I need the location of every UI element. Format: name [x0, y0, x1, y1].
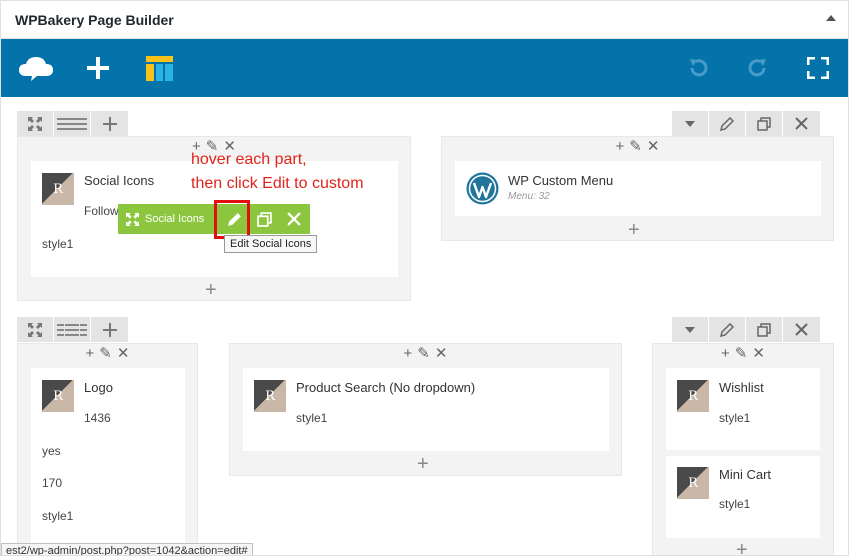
add-element-plus-icon[interactable]: + [205, 280, 217, 300]
column-delete-icon[interactable]: ✕ [435, 346, 448, 362]
row2-right-controls [672, 317, 820, 342]
add-element-button[interactable] [83, 39, 113, 97]
row2-controls [17, 317, 128, 342]
annotation-line-1: hover each part, [191, 151, 307, 168]
clone-element-button[interactable] [250, 204, 278, 234]
row-add-column-icon[interactable] [91, 317, 128, 342]
row-layout-icon[interactable] [54, 317, 91, 342]
column-edit-pencil-icon[interactable]: ✎ [417, 346, 430, 362]
column-edit-pencil-icon[interactable]: ✎ [629, 139, 642, 155]
element-name: Social Icons [84, 173, 155, 188]
delete-element-button[interactable] [280, 204, 308, 234]
element-param: style1 [42, 509, 74, 523]
row-delete-icon[interactable] [783, 111, 820, 136]
row2-column-2: + ✎ ✕ R Product Search (No dropdown) sty… [229, 343, 622, 476]
hover-element-label: Social Icons [145, 213, 205, 225]
element-param: style1 [296, 411, 328, 425]
column-delete-icon[interactable]: ✕ [752, 346, 765, 362]
redo-icon[interactable] [745, 39, 771, 97]
row-toggle-icon[interactable] [672, 111, 709, 136]
element-thumbnail: R [42, 173, 74, 205]
column-add-icon[interactable]: + [616, 139, 625, 155]
element-name: WP Custom Menu [508, 173, 614, 188]
fullscreen-icon[interactable] [805, 39, 831, 97]
column-add-icon[interactable]: + [404, 346, 413, 362]
element-name: Logo [84, 380, 113, 395]
row-move-icon[interactable] [17, 317, 54, 342]
column-controls: + ✎ ✕ [230, 346, 621, 362]
wp-custom-menu-element[interactable]: WP Custom Menu Menu: 32 [455, 161, 821, 216]
element-thumbnail: R [254, 380, 286, 412]
status-bar-url: est2/wp-admin/post.php?post=1042&action=… [1, 543, 253, 555]
element-subtext: Menu: 32 [508, 191, 550, 202]
element-name: Wishlist [719, 380, 764, 395]
element-param: style1 [719, 411, 751, 425]
row-clone-icon[interactable] [746, 111, 783, 136]
add-element-plus-icon[interactable]: + [628, 220, 640, 240]
row2-column-3: + ✎ ✕ R Wishlist style1 R Mini Cart styl… [652, 343, 834, 555]
element-thumbnail: R [677, 467, 709, 499]
mini-cart-element[interactable]: R Mini Cart style1 [666, 456, 820, 538]
row-move-icon[interactable] [17, 111, 54, 136]
element-param: 1436 [84, 411, 111, 425]
row1-right-controls [672, 111, 820, 136]
move-icon[interactable] [126, 212, 139, 226]
row1-controls [17, 111, 128, 136]
row-edit-pencil-icon[interactable] [709, 317, 746, 342]
column-add-icon[interactable]: + [86, 346, 95, 362]
panel-header: WPBakery Page Builder [1, 1, 848, 39]
column-controls: + ✎ ✕ [18, 346, 197, 362]
row-delete-icon[interactable] [783, 317, 820, 342]
row2-column-1: + ✎ ✕ R Logo 1436 yes 170 style1 [17, 343, 198, 555]
element-thumbnail: R [677, 380, 709, 412]
wishlist-element[interactable]: R Wishlist style1 [666, 368, 820, 450]
element-name: Product Search (No dropdown) [296, 380, 476, 395]
builder-toolbar [1, 39, 848, 97]
column-edit-pencil-icon[interactable]: ✎ [735, 346, 748, 362]
element-param: yes [42, 444, 61, 458]
edit-tooltip: Edit Social Icons [224, 235, 318, 253]
element-param: Follow [84, 204, 119, 218]
column-controls: + ✎ ✕ [442, 139, 833, 155]
add-element-plus-icon[interactable]: + [417, 454, 429, 474]
row-edit-pencil-icon[interactable] [709, 111, 746, 136]
logo-element[interactable]: R Logo 1436 yes 170 style1 [31, 368, 185, 555]
templates-icon[interactable] [143, 39, 175, 97]
column-delete-icon[interactable]: ✕ [117, 346, 130, 362]
element-param: style1 [42, 237, 74, 251]
row-add-column-icon[interactable] [91, 111, 128, 136]
row-layout-icon[interactable] [54, 111, 91, 136]
row-toggle-icon[interactable] [672, 317, 709, 342]
element-name: Mini Cart [719, 467, 772, 482]
product-search-element[interactable]: R Product Search (No dropdown) style1 [243, 368, 609, 451]
undo-icon[interactable] [685, 39, 711, 97]
collapse-arrow-icon[interactable] [826, 15, 836, 21]
element-param: 170 [42, 476, 63, 490]
column-controls: + ✎ ✕ [653, 346, 833, 362]
panel-title: WPBakery Page Builder [15, 12, 174, 28]
row-clone-icon[interactable] [746, 317, 783, 342]
edit-button-highlight [214, 200, 250, 239]
wordpress-icon [466, 172, 499, 210]
element-thumbnail: R [42, 380, 74, 412]
column-edit-pencil-icon[interactable]: ✎ [99, 346, 112, 362]
add-element-plus-icon[interactable]: + [736, 540, 748, 555]
column-delete-icon[interactable]: ✕ [647, 139, 660, 155]
annotation-line-2: then click Edit to custom [191, 175, 364, 192]
row1-column-2: + ✎ ✕ WP Custom Menu Menu: 32 + [441, 136, 834, 241]
wpbakery-panel: WPBakery Page Builder + ✎ ✕ R Social Ico… [0, 0, 849, 556]
column-add-icon[interactable]: + [721, 346, 730, 362]
element-param: style1 [719, 497, 751, 511]
cloud-logo-icon[interactable] [15, 39, 57, 97]
